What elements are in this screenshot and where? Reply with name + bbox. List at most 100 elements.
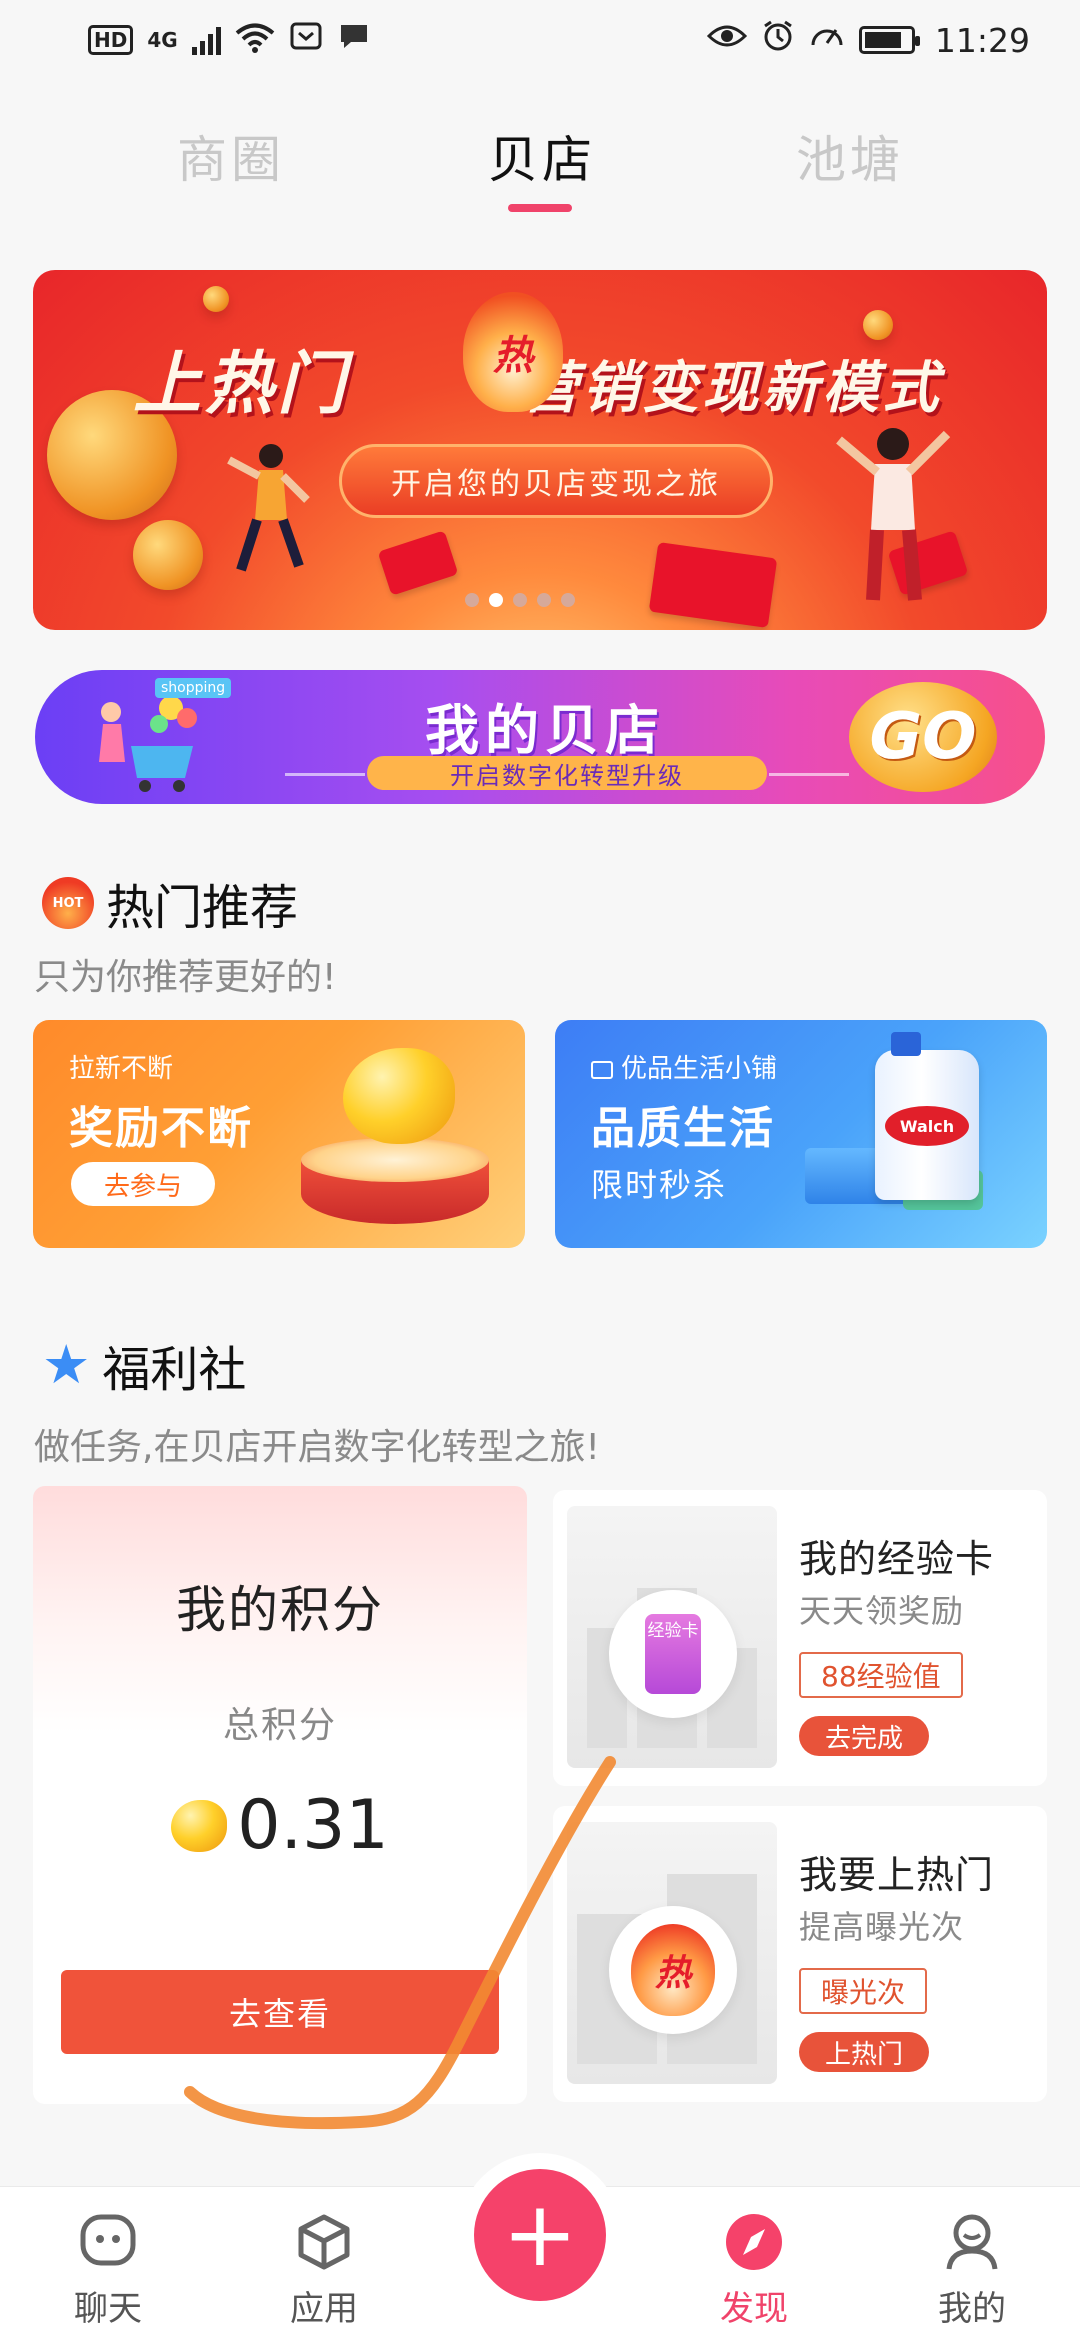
shopping-tag: shopping bbox=[155, 678, 232, 698]
hot-section-title: HOT 热门推荐 bbox=[42, 868, 298, 938]
promo-banner-hot[interactable]: 上热门 营销变现新模式 热 开启您的贝店变现之旅 bbox=[33, 270, 1047, 630]
rec-card-small-text: 拉新不断 bbox=[69, 1054, 174, 1084]
points-value-row: 0.31 bbox=[33, 1786, 527, 1865]
rec-card-referral[interactable]: 拉新不断 奖励不断 去参与 bbox=[33, 1020, 525, 1248]
cheering-person-illustration bbox=[836, 428, 951, 601]
nav-label: 聊天 bbox=[74, 2289, 142, 2329]
task-desc: 天天领奖励 bbox=[799, 1592, 965, 1630]
my-shop-title: 我的贝店 bbox=[425, 699, 665, 762]
top-tab-bar: 商圈 贝店 池塘 bbox=[0, 110, 1080, 220]
hot-section-subtitle: 只为你推荐更好的! bbox=[34, 957, 337, 998]
banner-title-right: 营销变现新模式 bbox=[522, 356, 943, 421]
points-title: 我的积分 bbox=[176, 1581, 384, 1639]
complete-task-button[interactable]: 去完成 bbox=[799, 1716, 930, 1756]
hot-flame-icon: HOT bbox=[42, 877, 94, 929]
hot-fire-text: 热 bbox=[654, 1953, 691, 1994]
view-points-button[interactable]: 去查看 bbox=[61, 1970, 499, 2054]
chat-bubble-icon bbox=[80, 2214, 136, 2266]
golden-bean-icon bbox=[343, 1048, 455, 1144]
experience-card-icon: 经验卡 bbox=[609, 1590, 737, 1718]
points-value: 0.31 bbox=[237, 1786, 389, 1865]
coin-decoration bbox=[203, 286, 229, 312]
rec-card-title: 品质生活 bbox=[591, 1103, 775, 1154]
compass-icon bbox=[726, 2214, 782, 2270]
shopping-cart-illustration bbox=[99, 696, 197, 792]
alarm-icon bbox=[761, 19, 795, 62]
active-tab-indicator bbox=[508, 204, 572, 212]
welfare-section-title-text: 福利社 bbox=[102, 1342, 247, 1398]
rec-card-small-label: 优品生活小铺 bbox=[621, 1054, 778, 1084]
nav-me[interactable]: 我的 bbox=[912, 2211, 1032, 2330]
join-button[interactable]: 去参与 bbox=[71, 1162, 215, 1206]
divider-line bbox=[769, 773, 849, 776]
network-type-text: 4G bbox=[147, 28, 178, 52]
go-hot-button[interactable]: 上热门 bbox=[799, 2032, 930, 2072]
nav-label: 应用 bbox=[290, 2289, 358, 2329]
carousel-dot bbox=[465, 593, 479, 607]
detergent-bottle-illustration: Walch bbox=[875, 1032, 979, 1200]
nav-discover[interactable]: 发现 bbox=[694, 2211, 814, 2330]
hot-badge-text: HOT bbox=[52, 895, 84, 911]
task-title: 我要上热门 bbox=[799, 1853, 995, 1897]
tab-chitang[interactable]: 池塘 bbox=[796, 120, 904, 192]
hd-icon: HD bbox=[88, 25, 134, 55]
clock-text: 11:29 bbox=[934, 20, 1030, 60]
carousel-dot-active bbox=[489, 593, 503, 607]
task-reward-tag: 88经验值 bbox=[799, 1652, 963, 1698]
rec-card-small-text: 优品生活小铺 bbox=[591, 1048, 777, 1085]
my-shop-subtitle: 开启数字化转型升级 bbox=[367, 756, 767, 790]
red-envelope-decoration bbox=[648, 541, 778, 629]
task-reward-tag: 曝光次 bbox=[799, 1968, 928, 2014]
hot-fire-icon: 热 bbox=[609, 1906, 737, 2034]
tab-beidian[interactable]: 贝店 bbox=[488, 120, 596, 192]
red-envelope-decoration bbox=[377, 530, 459, 596]
task-card-experience[interactable]: 经验卡 我的经验卡 天天领奖励 88经验值 去完成 bbox=[553, 1490, 1047, 1786]
banner-title-left: 上热门 bbox=[133, 345, 350, 424]
eye-icon bbox=[706, 20, 748, 60]
rec-card-subtitle: 限时秒杀 bbox=[591, 1166, 728, 1204]
cube-icon bbox=[298, 2214, 350, 2270]
carousel-dot bbox=[513, 593, 527, 607]
golden-bean-icon bbox=[171, 1799, 228, 1852]
my-shop-banner[interactable]: shopping 我的贝店 开启数字化转型升级 GO bbox=[35, 670, 1045, 804]
nav-label: 我的 bbox=[938, 2289, 1006, 2329]
points-card: 我的积分 总积分 0.31 去查看 bbox=[33, 1486, 527, 2104]
divider-line bbox=[285, 773, 365, 776]
welfare-section-subtitle: 做任务,在贝店开启数字化转型之旅! bbox=[34, 1427, 600, 1468]
carousel-dot bbox=[561, 593, 575, 607]
bottom-nav: 聊天 应用 + 发现 我的 bbox=[0, 2153, 1080, 2340]
rec-card-title: 奖励不断 bbox=[69, 1103, 253, 1154]
star-icon: ★ bbox=[42, 1333, 91, 1396]
tab-shangquan[interactable]: 商圈 bbox=[177, 120, 285, 192]
hot-fire-icon: 热 bbox=[463, 292, 563, 412]
carousel-dot bbox=[537, 593, 551, 607]
task-title: 我的经验卡 bbox=[799, 1537, 995, 1581]
nav-chat[interactable]: 聊天 bbox=[48, 2211, 168, 2330]
task-card-hot[interactable]: 热 我要上热门 提高曝光次 曝光次 上热门 bbox=[553, 1806, 1047, 2102]
hot-section-title-text: 热门推荐 bbox=[106, 880, 299, 936]
wifi-icon bbox=[235, 22, 275, 59]
coin-decoration bbox=[133, 520, 203, 590]
message-icon bbox=[337, 20, 371, 60]
task-desc: 提高曝光次 bbox=[799, 1908, 965, 1946]
shop-bag-icon bbox=[591, 1060, 613, 1079]
discover-page: HD 4G 11:29 商圈 贝店 池塘 上热门 营销变现新模式 热 开启您的贝… bbox=[0, 0, 1080, 2340]
battery-icon bbox=[858, 26, 920, 54]
carrier-icon bbox=[289, 20, 323, 60]
hot-fire-text: 热 bbox=[493, 333, 533, 379]
points-label: 总积分 bbox=[222, 1705, 337, 1746]
experience-badge-text: 经验卡 bbox=[647, 1621, 699, 1641]
publish-button-wrap: + bbox=[458, 2153, 622, 2317]
carousel-dots bbox=[465, 593, 575, 607]
podium-illustration bbox=[301, 1138, 489, 1228]
nav-label: 发现 bbox=[720, 2289, 788, 2329]
go-button[interactable]: GO bbox=[849, 682, 997, 792]
person-icon bbox=[946, 2214, 998, 2270]
signal-bars-icon bbox=[191, 25, 221, 55]
welfare-section-title: ★ 福利社 bbox=[42, 1330, 246, 1400]
rec-card-quality-life[interactable]: 优品生活小铺 品质生活 限时秒杀 Walch bbox=[555, 1020, 1047, 1248]
banner-pill: 开启您的贝店变现之旅 bbox=[339, 444, 773, 518]
brand-label: Walch bbox=[885, 1106, 969, 1146]
nav-apps[interactable]: 应用 bbox=[264, 2211, 384, 2330]
publish-plus-button[interactable]: + bbox=[474, 2169, 606, 2301]
